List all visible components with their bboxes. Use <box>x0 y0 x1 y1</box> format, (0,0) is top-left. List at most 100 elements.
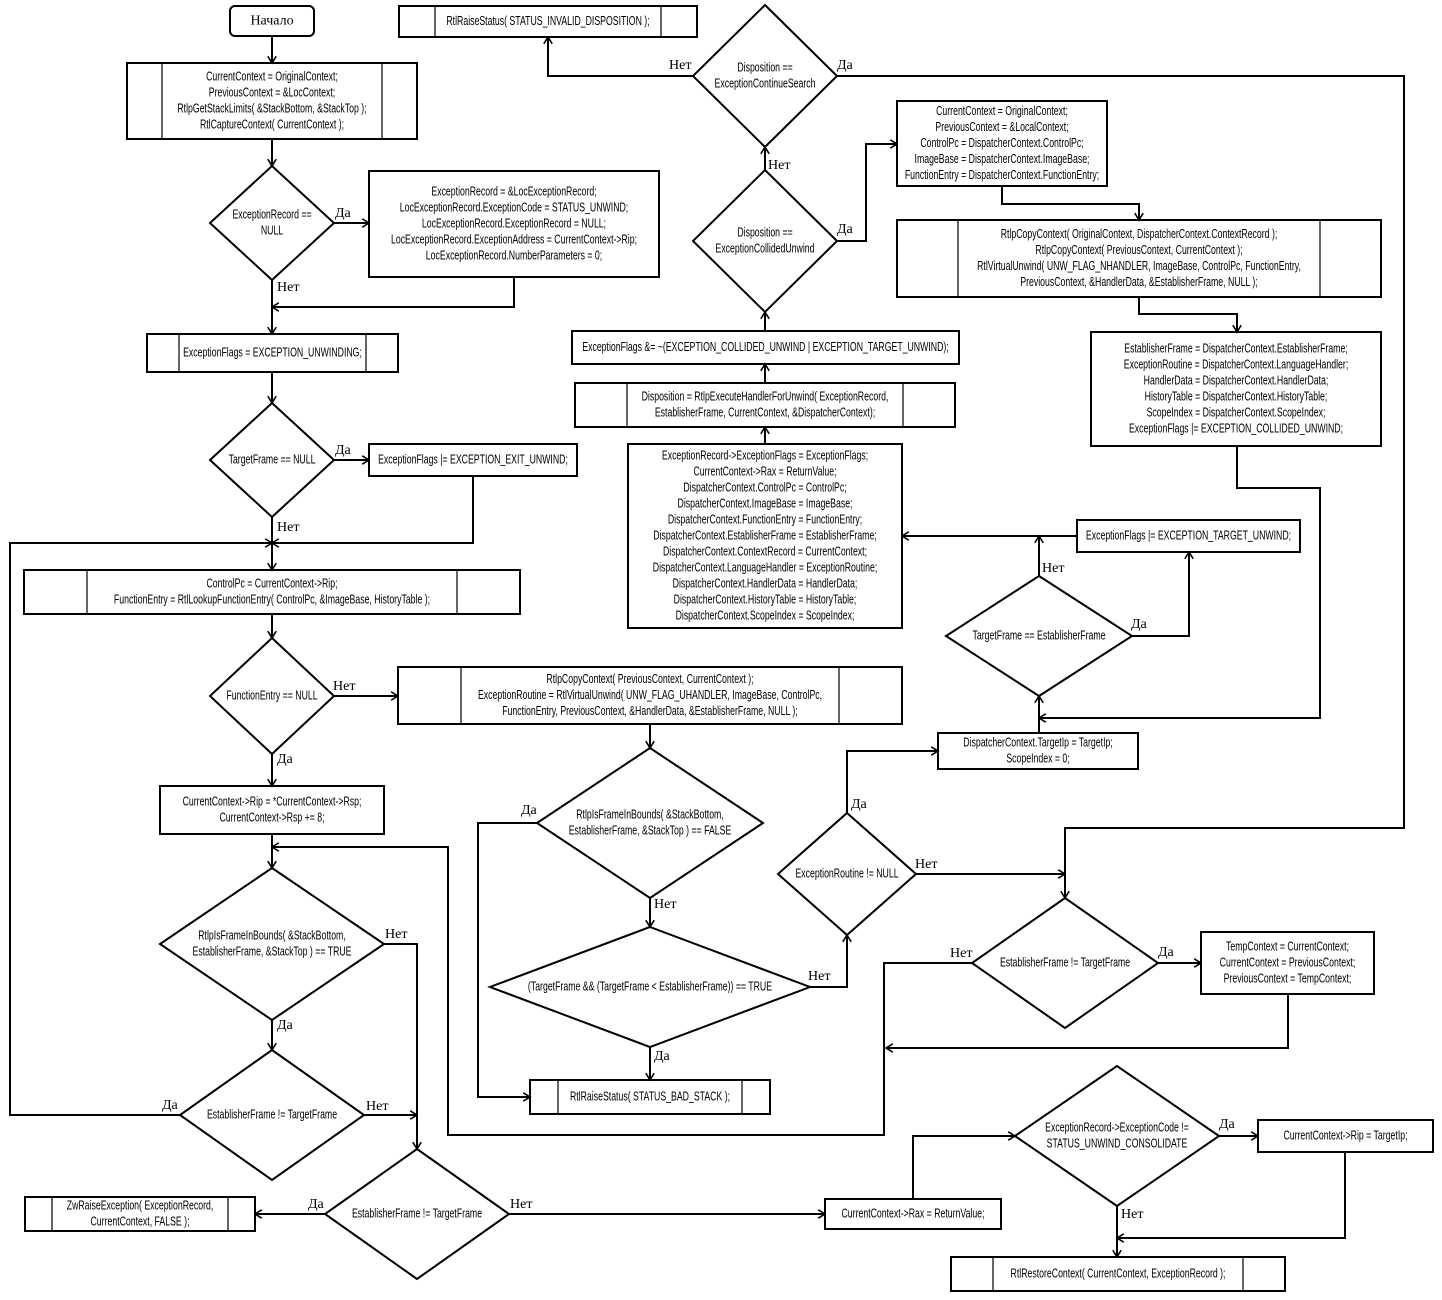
connector-line <box>1039 446 1321 719</box>
connector: Да <box>846 746 940 813</box>
branch-label-no: Нет <box>277 520 299 535</box>
connector <box>267 614 277 640</box>
subroutine-p6: RtlRaiseStatus( STATUS_BAD_STACK ); <box>529 1079 771 1115</box>
connector: Да <box>334 206 371 228</box>
connector: Нет <box>1034 534 1064 576</box>
branch-label-no: Нет <box>669 58 691 73</box>
node-text-line: EstablisherFrame, &StackTop ) == FALSE <box>569 824 732 838</box>
node-text-line: ExceptionRoutine = DispatcherContext.Lan… <box>1124 358 1348 372</box>
connector: Нет <box>509 1197 827 1219</box>
connector: Нет <box>1112 1206 1143 1259</box>
node-text-line: DispatcherContext.ContextRecord = Curren… <box>663 545 867 559</box>
decision-d1: ExceptionRecord == NULL <box>208 164 336 282</box>
branch-label-no: Нет <box>385 927 407 942</box>
node-text-line: LocExceptionRecord.ExceptionCode = STATU… <box>400 201 628 215</box>
connector <box>267 834 277 870</box>
decision-d9: ExceptionRoutine != NULL <box>776 811 918 937</box>
connector: Нет <box>645 897 676 929</box>
connector <box>1037 446 1321 723</box>
connector <box>267 36 277 65</box>
process-b12: CurrentContext->Rip = TargetIp; <box>1257 1119 1434 1153</box>
node-text-line: ExceptionContinueSearch <box>715 77 816 91</box>
node-text-line: CurrentContext->Rax = ReturnValue; <box>841 1207 984 1221</box>
connector-line <box>1138 297 1238 332</box>
node-text-line: DispatcherContext.ImageBase = ImageBase; <box>678 497 853 511</box>
node-text-line: CurrentContext->Rip = *CurrentContext->R… <box>183 795 362 809</box>
connector-line <box>1001 186 1140 220</box>
decision-d7: RtlpIsFrameInBounds( &StackBottom, Establ… <box>535 746 765 900</box>
branch-label-yes: Да <box>654 1049 671 1064</box>
connector: Нет <box>760 145 790 173</box>
node-text-line: EstablisherFrame != TargetFrame <box>352 1207 482 1221</box>
node-text-line: RtlpCopyContext( OriginalContext, Dispat… <box>1001 228 1278 242</box>
node-text-line: FunctionEntry = RtlLookupFunctionEntry( … <box>114 593 430 607</box>
node-text-line: DispatcherContext.EstablisherFrame = Est… <box>653 529 876 543</box>
connector <box>760 310 770 331</box>
node-text-line: LocExceptionRecord.NumberParameters = 0; <box>426 249 602 263</box>
node-text-line: DispatcherContext.ControlPc = ControlPc; <box>683 481 846 495</box>
branch-label-yes: Да <box>277 752 294 767</box>
branch-label-yes: Да <box>162 1098 179 1113</box>
node-text-line: Disposition == <box>737 226 792 240</box>
connector: Нет <box>915 857 1067 879</box>
connector: Нет <box>333 679 400 701</box>
node-text-line: FunctionEntry == NULL <box>226 689 317 703</box>
node-text-line: CurrentContext = PreviousContext; <box>1220 956 1356 970</box>
node-text-line: RtlpCopyContext( PreviousContext, Curren… <box>546 673 753 687</box>
node-text-line: ExceptionRoutine != NULL <box>795 867 898 881</box>
node-text-line: EstablisherFrame != TargetFrame <box>1000 956 1130 970</box>
node-text-line: CurrentContext, FALSE ); <box>91 1215 190 1229</box>
node-text-line: PreviousContext = TempContext; <box>1224 972 1352 986</box>
node-text-line: ExceptionRecord->ExceptionFlags = Except… <box>662 449 868 463</box>
node-text-line: HandlerData = DispatcherContext.HandlerD… <box>1144 374 1329 388</box>
decision-diamond <box>535 746 765 900</box>
connector: Да <box>837 139 899 242</box>
decision-d4: RtlpIsFrameInBounds( &StackBottom, Establ… <box>158 866 386 1022</box>
node-text-line: RtlpIsFrameInBounds( &StackBottom, <box>576 808 724 822</box>
process-b6: ExceptionFlags |= EXCEPTION_TARGET_UNWIN… <box>1076 519 1301 553</box>
node-text-line: ExceptionFlags |= EXCEPTION_TARGET_UNWIN… <box>1086 529 1291 543</box>
node-text-line: STATUS_UNWIND_CONSOLIDATE <box>1047 1137 1188 1151</box>
branch-label-no: Нет <box>1121 1207 1143 1222</box>
node-text-line: (TargetFrame && (TargetFrame < Establish… <box>528 980 772 994</box>
connector: Да <box>1219 1117 1260 1141</box>
node-text-line: Начало <box>250 14 293 29</box>
branch-label-no: Нет <box>768 158 790 173</box>
decision-d6: EstablisherFrame != TargetFrame <box>323 1147 511 1281</box>
terminal-start: Начало <box>229 5 315 37</box>
node-text-line: CurrentContext->Rsp += 8; <box>219 811 324 825</box>
connector <box>912 1131 1017 1199</box>
node-text-line: ZwRaiseException( ExceptionRecord, <box>67 1199 214 1213</box>
process-b11: TempContext = CurrentContext; CurrentCont… <box>1200 931 1375 995</box>
node-text-line: DispatcherContext.FunctionEntry = Functi… <box>668 513 862 527</box>
node-text-line: EstablisherFrame, &StackTop ) == TRUE <box>193 945 352 959</box>
connector <box>267 139 277 168</box>
branch-label-yes: Да <box>851 797 868 812</box>
node-text-line: PreviousContext = &LocContext; <box>209 86 335 100</box>
subroutine-p8: RtlRaiseStatus( STATUS_INVALID_DISPOSITI… <box>398 5 698 38</box>
connector: Да <box>267 1018 294 1052</box>
connector-line <box>912 1135 1015 1199</box>
decision-d10: TargetFrame == EstablisherFrame <box>944 574 1134 698</box>
connector-line <box>272 277 515 308</box>
decision-d14: ExceptionRecord->ExceptionCode != STATUS_… <box>1013 1064 1221 1208</box>
subroutine-p7: Disposition = RtlpExecuteHandlerForUnwin… <box>574 382 956 428</box>
branch-label-yes: Да <box>1219 1117 1236 1132</box>
node-text-line: DispatcherContext.HistoryTable = History… <box>674 593 857 607</box>
connector <box>645 724 655 750</box>
connector <box>1034 694 1044 733</box>
node-text-line: DispatcherContext.ScopeIndex = ScopeInde… <box>676 609 855 623</box>
node-text-line: ExceptionRecord->ExceptionCode != <box>1045 1121 1189 1135</box>
branch-label-no: Нет <box>915 857 937 872</box>
branch-label-no: Нет <box>654 897 676 912</box>
decision-d13: EstablisherFrame != TargetFrame <box>970 896 1160 1030</box>
connector <box>1138 297 1242 334</box>
node-text-line: RtlpCopyContext( PreviousContext, Curren… <box>1035 244 1242 258</box>
decision-diamond <box>691 3 839 149</box>
node-text-line: RtlpGetStackLimits( &StackBottom, &Stack… <box>177 102 366 116</box>
node-text-line: TargetFrame == EstablisherFrame <box>973 629 1106 643</box>
node-text-line: CurrentContext->Rip = TargetIp; <box>1283 1129 1407 1143</box>
connector: Да <box>477 803 538 1102</box>
process-box <box>159 785 385 835</box>
node-text-line: ExceptionFlags |= EXCEPTION_COLLIDED_UNW… <box>1129 422 1343 436</box>
